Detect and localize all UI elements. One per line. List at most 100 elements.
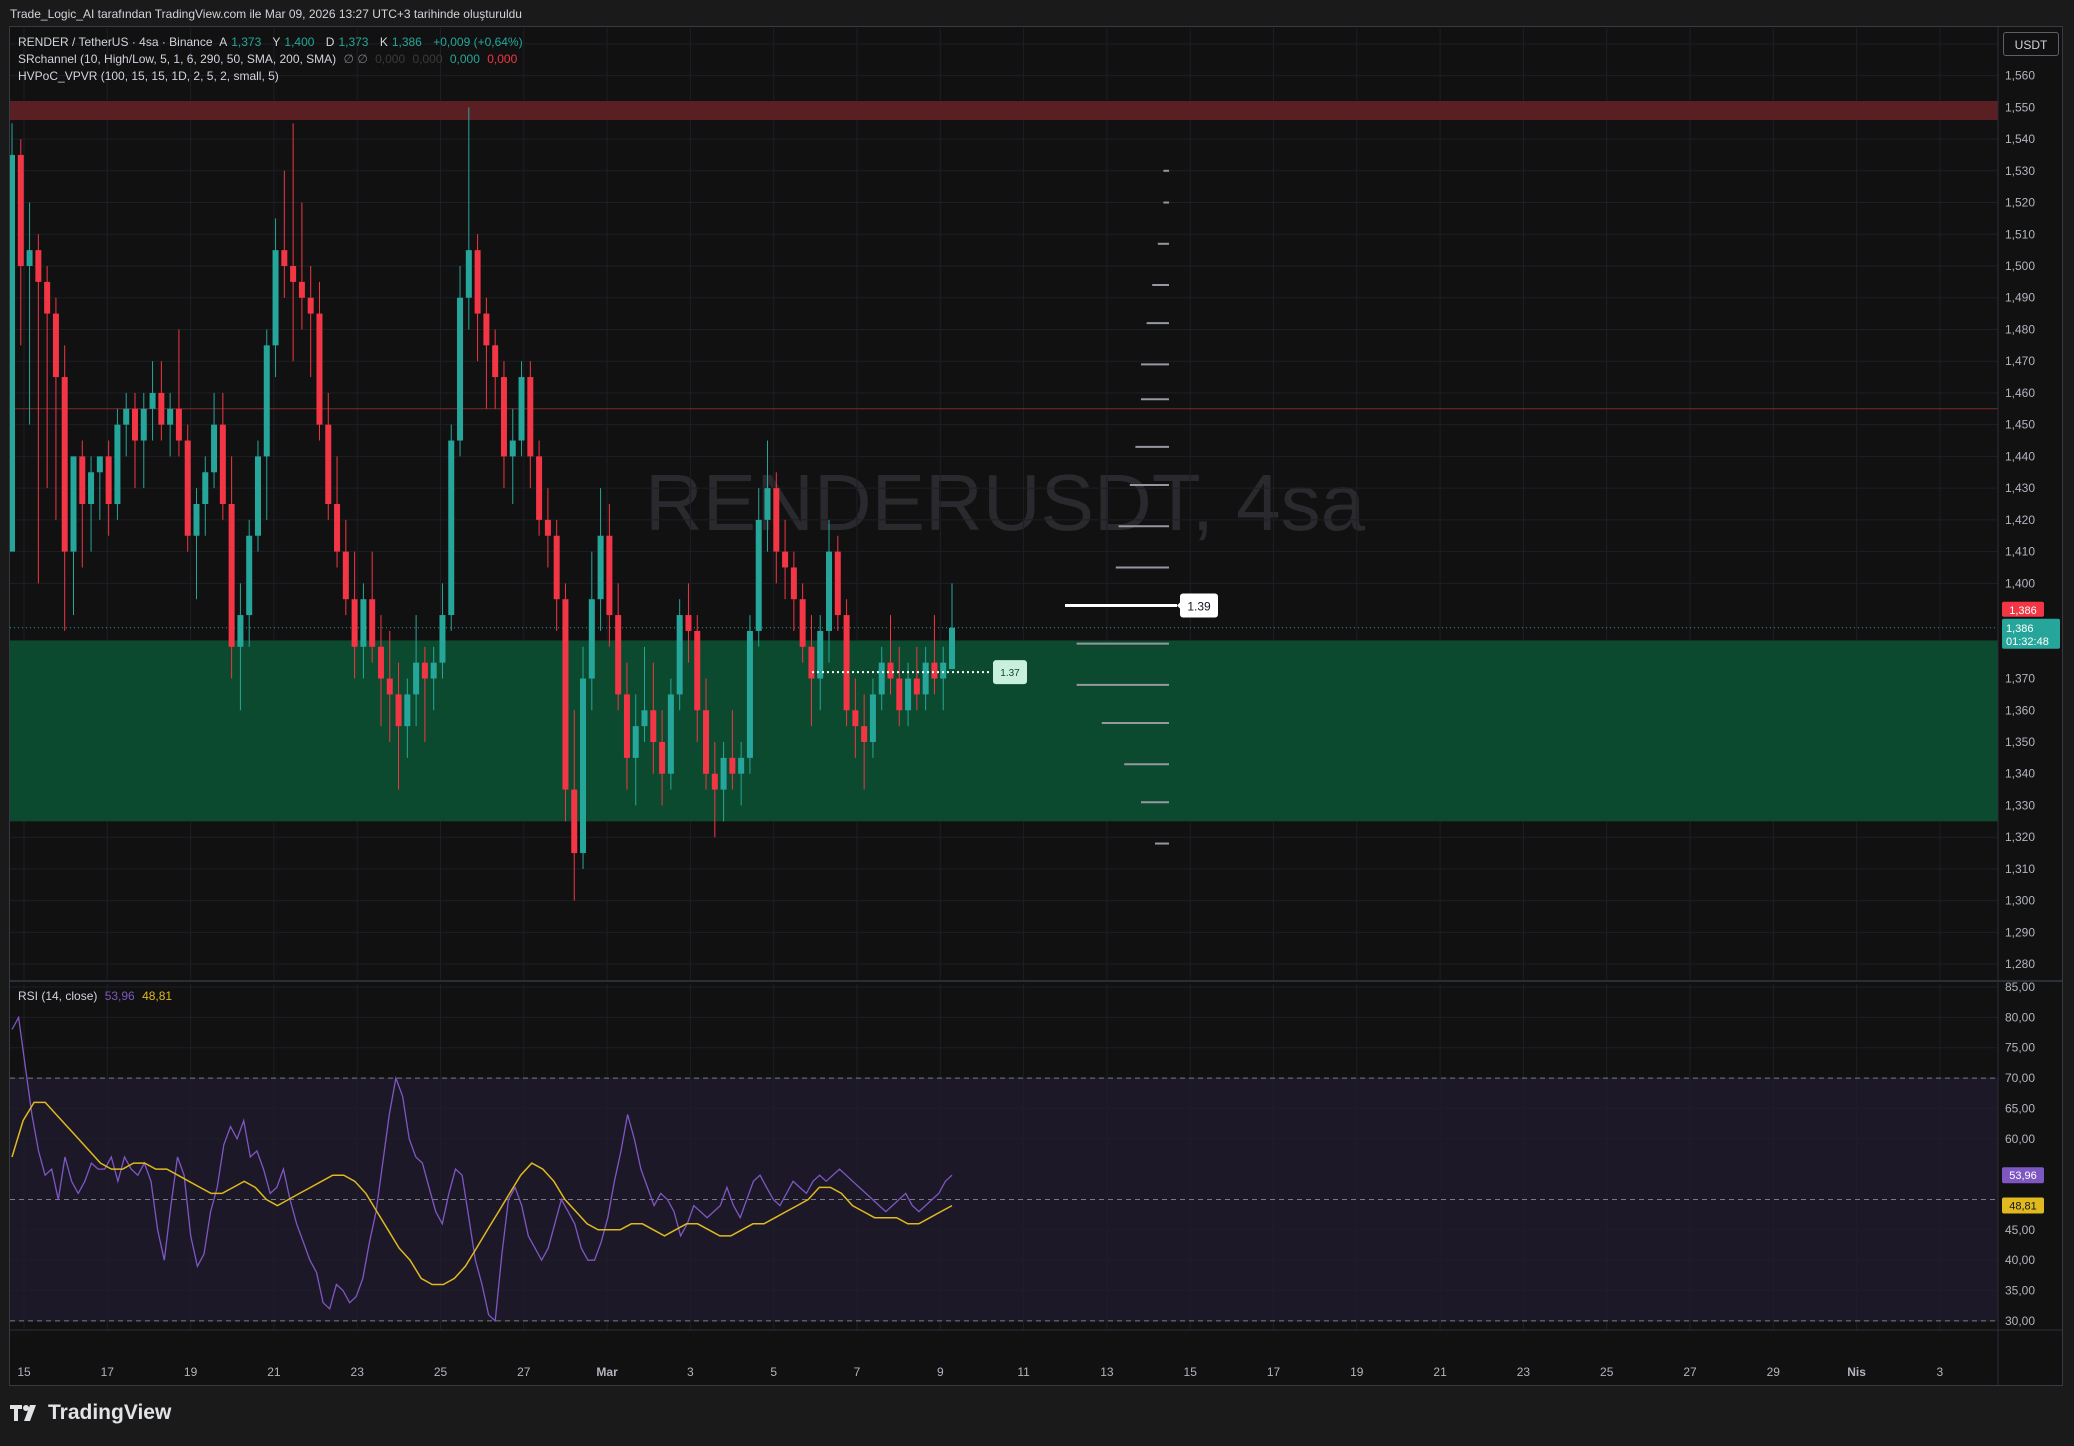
candle: [61, 345, 68, 631]
tradingview-logo-text: TradingView: [48, 1401, 172, 1424]
candle-body: [720, 757, 727, 790]
candle: [457, 266, 464, 457]
symbol-legend[interactable]: RENDER / TetherUS · 4sa · Binance A 1,373…: [18, 35, 527, 49]
time-tick-label: 3: [687, 1365, 694, 1379]
candle-body: [219, 424, 226, 504]
srchannel-legend[interactable]: SRchannel (10, High/Low, 5, 1, 6, 290, 5…: [18, 52, 521, 66]
candle-body: [149, 392, 156, 409]
candle-body: [650, 710, 657, 742]
candle: [492, 329, 499, 409]
candle: [140, 392, 147, 489]
candle-body: [659, 742, 666, 774]
rsi-name[interactable]: RSI (14, close): [18, 989, 97, 1003]
candle: [254, 440, 261, 552]
candle: [483, 297, 490, 409]
candle: [219, 392, 226, 520]
rsi-axis[interactable]: 85,00 80,00 75,00 70,00 65,00 60,00 45,00 40,00…: [2005, 980, 2035, 1328]
time-axis[interactable]: 15 17 19 21 23 25 27 Mar 3 5 7 9 11 13 15 17 19 21 23 25 27 2…: [17, 1365, 1943, 1379]
price-tick-label: 1,360: [2005, 703, 2035, 717]
price-tick-label: 1,430: [2005, 481, 2035, 495]
candle: [562, 583, 569, 822]
candle: [263, 329, 270, 520]
candle: [202, 456, 209, 536]
current-price-badge-text: 1,386: [2006, 623, 2034, 635]
change-value: +0,009 (+0,64%): [433, 35, 523, 49]
srchannel-name[interactable]: SRchannel (10, High/Low, 5, 1, 6, 290, 5…: [18, 52, 336, 66]
symbol-name[interactable]: RENDER / TetherUS · 4sa · Binance: [18, 35, 213, 49]
candle: [342, 519, 349, 616]
candle-body: [782, 551, 789, 568]
open-label: A: [219, 35, 228, 49]
candle-body: [843, 615, 850, 711]
srchannel-symbols: ∅ ∅: [343, 52, 368, 66]
candle: [553, 519, 560, 631]
price-tick-label: 1,540: [2005, 132, 2035, 146]
candle-body: [325, 424, 332, 504]
candle-body: [834, 551, 841, 616]
rsi-legend[interactable]: RSI (14, close) 53,96 48,81: [18, 989, 176, 1003]
chart-canvas[interactable]: RENDERUSDT, 4sa 1.391.37 1,5701,5601,550…: [0, 0, 2074, 1446]
candle-body: [685, 615, 692, 631]
price-tick-label: 1,470: [2005, 354, 2035, 368]
candle: [334, 456, 341, 568]
candle-body: [123, 408, 130, 425]
candle-body: [869, 694, 876, 742]
price-tick-label: 1,500: [2005, 259, 2035, 273]
candle-body: [290, 266, 297, 282]
candle-body: [606, 535, 613, 616]
candle: [193, 488, 200, 600]
candle: [228, 456, 235, 679]
candle-body: [211, 424, 218, 473]
price-tick-label: 1,310: [2005, 862, 2035, 876]
candle: [10, 123, 15, 552]
candle-body: [35, 250, 42, 282]
rsi-ma-value: 48,81: [142, 989, 173, 1003]
candle-body: [474, 250, 481, 314]
candle-body: [562, 599, 569, 790]
time-tick-label: 15: [17, 1365, 31, 1379]
time-tick-label: 25: [1600, 1365, 1614, 1379]
candle-body: [553, 535, 560, 600]
candle-body: [790, 567, 797, 600]
price-tick-label: 1,370: [2005, 672, 2035, 686]
srchannel-value-1: 0,000: [375, 52, 406, 66]
candle-body: [729, 757, 736, 774]
candle-body: [96, 456, 103, 473]
currency-button[interactable]: USDT: [2003, 32, 2059, 56]
price-axis[interactable]: 1,5701,5601,5501,5401,5301,5201,5101,500…: [2005, 37, 2035, 971]
candle-body: [799, 599, 806, 647]
time-tick-label: 21: [267, 1365, 281, 1379]
prev-close-badge-text: 1,386: [2009, 605, 2037, 617]
candle-body: [492, 345, 499, 378]
candle-body: [413, 662, 420, 695]
candle: [123, 392, 130, 457]
time-tick-label: 25: [434, 1365, 448, 1379]
candle: [167, 392, 174, 457]
candle-body: [175, 408, 182, 441]
candle-body: [369, 599, 376, 647]
candle-body: [17, 154, 24, 266]
hvpoc-legend[interactable]: HVPoC_VPVR (100, 15, 15, 1D, 2, 5, 2, sm…: [18, 69, 283, 83]
candle-body: [360, 599, 367, 647]
candle-body: [61, 377, 68, 552]
candle-body: [334, 504, 341, 552]
time-tick-label: 19: [184, 1365, 198, 1379]
candle: [834, 535, 841, 631]
time-tick-label: 9: [937, 1365, 944, 1379]
time-tick-label: Mar: [596, 1365, 618, 1379]
candle-body: [623, 694, 630, 758]
rsi-value-badge-text: 53,96: [2009, 1170, 2037, 1182]
tradingview-logo[interactable]: TradingView: [10, 1401, 171, 1425]
candle-body: [386, 678, 393, 695]
candle: [211, 392, 218, 489]
candle: [316, 281, 323, 441]
candle-body: [158, 392, 165, 425]
hvpoc-name[interactable]: HVPoC_VPVR (100, 15, 15, 1D, 2, 5, 2, sm…: [18, 69, 279, 83]
candle: [536, 440, 543, 536]
candle-body: [544, 519, 551, 536]
candle-body: [694, 630, 701, 711]
time-tick-label: 27: [1683, 1365, 1697, 1379]
price-tick-label: 1,410: [2005, 545, 2035, 559]
candle: [448, 424, 455, 631]
rsi-tick-label: 35,00: [2005, 1284, 2035, 1298]
